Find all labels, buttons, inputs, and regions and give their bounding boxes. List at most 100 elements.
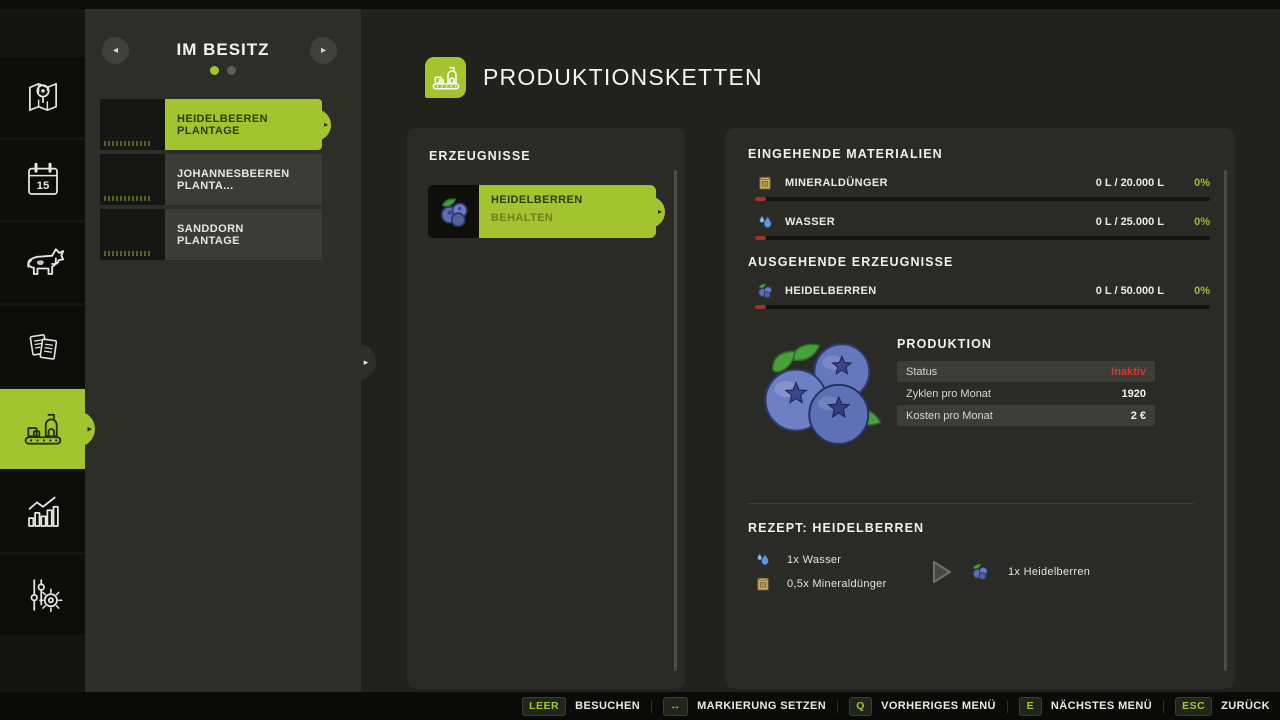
product-card-body: HEIDELBERREN BEHALTEN ▸ [479, 185, 665, 238]
hint-separator [1163, 699, 1165, 713]
hint-label: NÄCHSTES MENÜ [1050, 700, 1153, 712]
input-row-mineralduenger: MINERALDÜNGER 0 L / 20.000 L 0% [748, 171, 1210, 195]
row-label: Kosten pro Monat [906, 409, 993, 422]
plantation-thumbnail [100, 154, 165, 205]
production-table: PRODUKTION Status Inaktiv Zyklen pro Mon… [897, 333, 1155, 447]
list-item-label: HEIDELBEEREN PLANTAGE [165, 99, 322, 150]
recipe-output: 1x Heidelberren [970, 562, 1090, 582]
sliders-gear-icon [22, 574, 64, 616]
production-chains-icon [425, 57, 466, 98]
map-icon [22, 76, 64, 118]
material-amount: 0 L / 20.000 L [1095, 177, 1164, 189]
sidebar-item-finances[interactable] [0, 306, 85, 386]
sidebar-item-animals[interactable] [0, 223, 85, 303]
sidebar-item-settings[interactable] [0, 555, 85, 635]
table-row-status: Status Inaktiv [897, 361, 1155, 382]
owned-list: HEIDELBEEREN PLANTAGE ▸ JOHANNESBEEREN P… [100, 99, 331, 264]
produktionsketten-screen: 15 ▸ ◂ IM BESITZ ▸ HEIDELBEEREN PLANTAGE… [0, 0, 1280, 720]
hint-label: ZURÜCK [1221, 700, 1270, 712]
hint-naechstes-menu[interactable]: E NÄCHSTES MENÜ [1018, 696, 1153, 716]
page-header: PRODUKTIONSKETTEN [425, 57, 763, 98]
list-item-label: SANDDORN PLANTAGE [165, 209, 322, 260]
products-panel: ERZEUGNISSE HEIDELBERREN BEHALTEN ▸ [407, 128, 685, 689]
hint-vorheriges-menu[interactable]: Q VORHERIGES MENÜ [849, 696, 996, 716]
sidebar-item-calendar[interactable]: 15 [0, 140, 85, 220]
material-name: WASSER [785, 216, 836, 228]
material-percent: 0% [1194, 216, 1210, 228]
sidebar-item-statistics[interactable] [0, 472, 85, 552]
hint-label: MARKIERUNG SETZEN [697, 700, 827, 712]
blueberries-illustration [758, 333, 886, 447]
hint-zurueck[interactable]: ESC ZURÜCK [1175, 696, 1270, 716]
hint-markierung-setzen[interactable]: ↔ MARKIERUNG SETZEN [663, 696, 827, 716]
list-item-sanddorn-plantage[interactable]: SANDDORN PLANTAGE [100, 209, 322, 260]
production-title: PRODUKTION [897, 337, 993, 351]
status-badge: Inaktiv [1111, 365, 1146, 378]
key-e: E [1018, 696, 1042, 716]
chevron-right-icon: ▸ [320, 45, 327, 56]
main-menu-sidebar: 15 ▸ [0, 0, 95, 720]
fertilizer-icon [753, 576, 773, 592]
page-next-button[interactable]: ▸ [310, 37, 337, 64]
key-tab-icon: ↔ [663, 696, 689, 716]
list-item-johannesbeeren-plantage[interactable]: JOHANNESBEEREN PLANTA... [100, 154, 322, 205]
sidebar-item-production[interactable]: ▸ [0, 389, 95, 469]
products-scrollbar[interactable] [674, 170, 677, 671]
hint-label: VORHERIGES MENÜ [881, 700, 996, 712]
recipe-input-row: 1x Wasser [748, 548, 928, 572]
recipe-title: REZEPT: HEIDELBERREN [748, 521, 925, 535]
section-divider [748, 503, 1194, 504]
key-esc: ESC [1175, 696, 1213, 716]
table-row-costs: Kosten pro Monat 2 € [897, 405, 1155, 426]
row-value: 1920 [1121, 387, 1146, 400]
production-summary: PRODUKTION Status Inaktiv Zyklen pro Mon… [748, 333, 1210, 447]
details-scrollbar[interactable] [1224, 170, 1227, 671]
material-amount: 0 L / 50.000 L [1095, 285, 1164, 297]
fill-level-bar [755, 236, 1210, 240]
cow-icon [21, 241, 65, 285]
hint-besuchen[interactable]: LEER BESUCHEN [522, 696, 641, 716]
active-tab-arrow-icon: ▸ [87, 423, 92, 434]
hint-separator [837, 699, 839, 713]
hint-separator [651, 699, 653, 713]
hint-separator [1006, 699, 1008, 713]
bar-chart-icon [22, 491, 64, 533]
panel-collapse-handle[interactable]: ▸ [356, 344, 376, 380]
pager-dot-active [210, 66, 219, 75]
recipe-diagram: 1x Wasser 0,5x Mineraldünger 1x Heidelbe… [748, 548, 1210, 596]
product-card-heidelberren[interactable]: HEIDELBERREN BEHALTEN ▸ [428, 185, 665, 238]
top-strip [0, 0, 1280, 9]
inputs-section-title: EINGEHENDE MATERIALIEN [748, 147, 943, 161]
owned-panel: ◂ IM BESITZ ▸ HEIDELBEEREN PLANTAGE ▸ JO… [85, 0, 361, 720]
recipe-input-text: 1x Wasser [787, 554, 842, 566]
products-panel-title: ERZEUGNISSE [429, 149, 531, 163]
keybind-footer: LEER BESUCHEN ↔ MARKIERUNG SETZEN Q VORH… [0, 692, 1280, 720]
material-percent: 0% [1194, 177, 1210, 189]
svg-text:15: 15 [36, 180, 49, 192]
output-row-heidelberren: HEIDELBERREN 0 L / 50.000 L 0% [748, 279, 1210, 303]
material-amount: 0 L / 25.000 L [1095, 216, 1164, 228]
production-details-panel: EINGEHENDE MATERIALIEN MINERALDÜNGER 0 L… [725, 128, 1235, 689]
product-distribution-mode: BEHALTEN [491, 212, 554, 224]
product-thumbnail [428, 185, 479, 238]
thumbnail-watermark [104, 251, 150, 256]
material-name: HEIDELBERREN [785, 285, 877, 297]
documents-icon [22, 325, 64, 367]
sidebar-item-map[interactable] [0, 57, 85, 137]
recipe-arrow-icon [930, 559, 954, 585]
material-name: MINERALDÜNGER [785, 177, 888, 189]
fertilizer-icon [755, 175, 775, 191]
material-percent: 0% [1194, 285, 1210, 297]
row-label: Status [906, 365, 938, 378]
calendar-icon: 15 [22, 159, 64, 201]
hint-label: BESUCHEN [575, 700, 641, 712]
pager-dot [227, 66, 236, 75]
selected-bump [313, 108, 331, 141]
list-item-label: JOHANNESBEEREN PLANTA... [165, 154, 322, 205]
selected-arrow-icon: ▸ [657, 206, 662, 216]
row-value: 2 € [1130, 409, 1146, 422]
list-item-heidelbeeren-plantage[interactable]: HEIDELBEEREN PLANTAGE ▸ [100, 99, 331, 150]
table-row-cycles: Zyklen pro Monat 1920 [897, 383, 1155, 404]
key-space: LEER [522, 696, 567, 716]
selected-bump [647, 195, 665, 228]
